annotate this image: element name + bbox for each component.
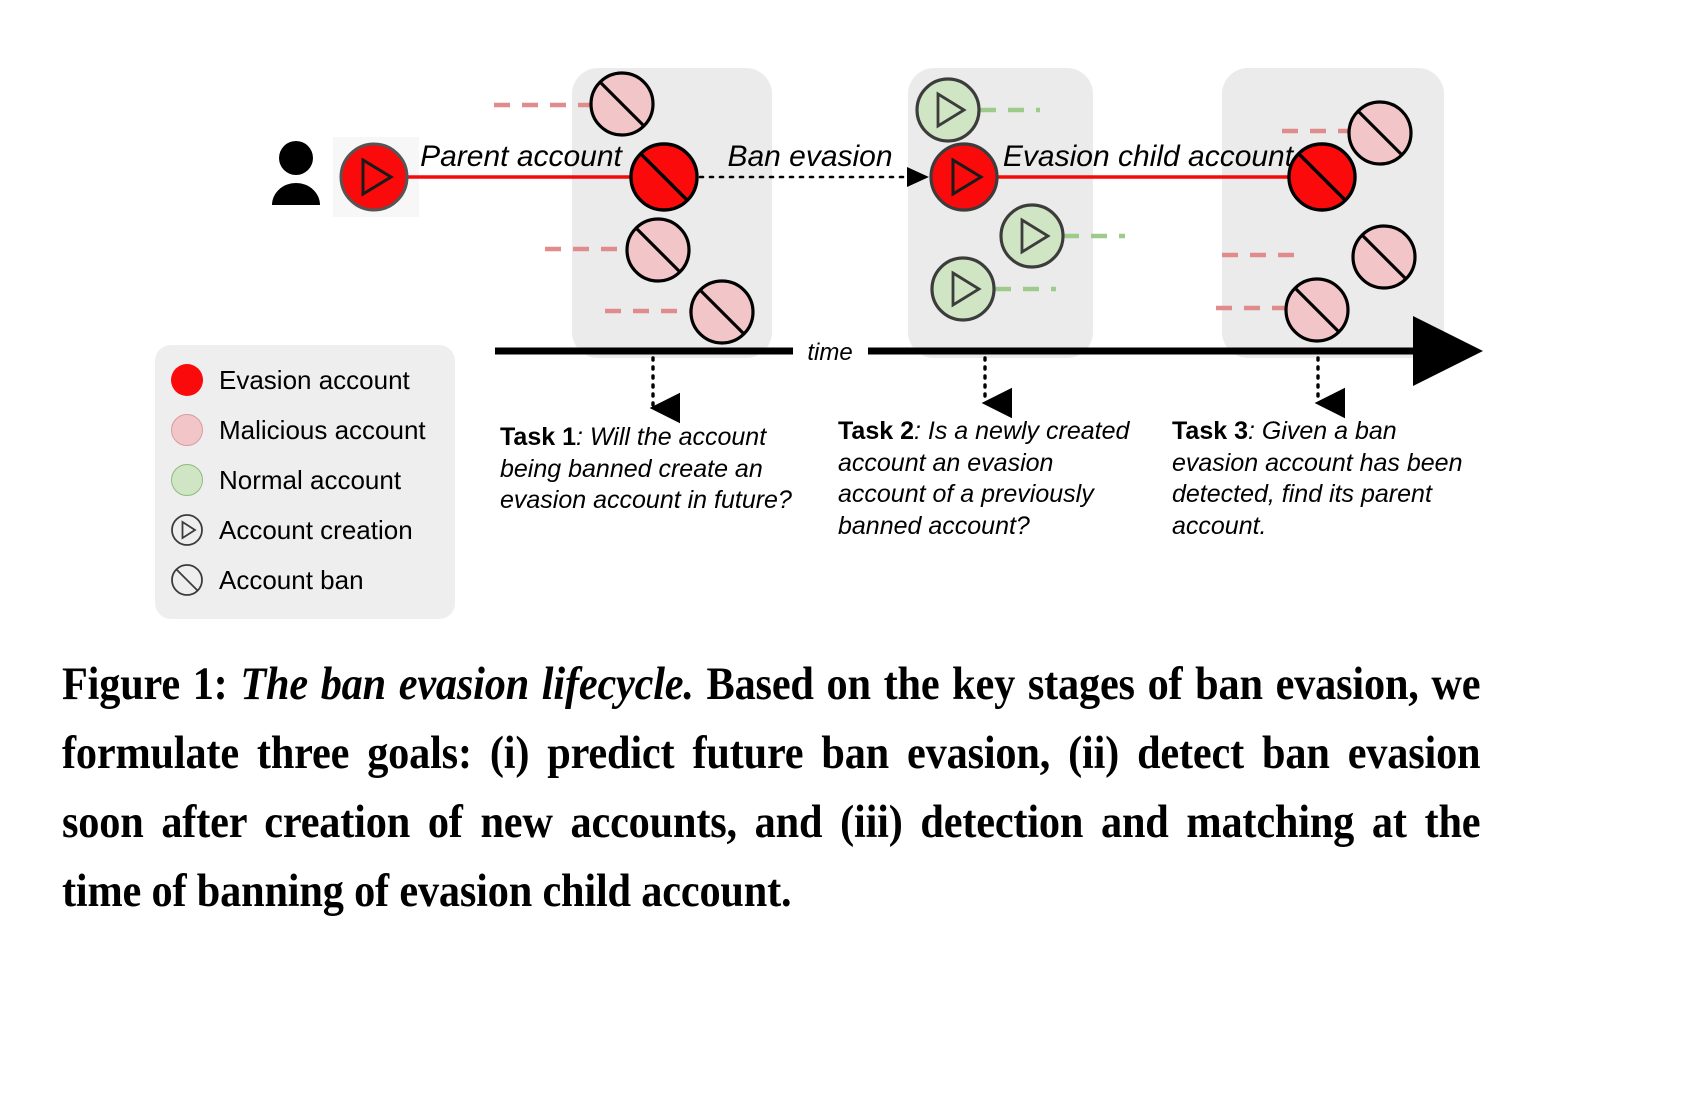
legend-item-account-ban: Account ban	[169, 555, 441, 605]
node-parent-evasion-account-ban	[629, 142, 699, 212]
node-malicious-banned-account	[625, 217, 691, 283]
task-3-name: Task 3	[1172, 417, 1248, 445]
label-ban-evasion: Ban evasion	[727, 140, 892, 173]
label-evasion-child-account: Evasion child account	[1003, 140, 1295, 173]
node-normal-account-creation	[930, 256, 996, 322]
legend-label-evasion-account: Evasion account	[219, 364, 410, 395]
label-time-axis: time	[807, 339, 852, 366]
task-1-description: Task 1: Will the account being banned cr…	[500, 422, 810, 517]
legend-panel: Evasion account Malicious account Normal…	[155, 345, 455, 619]
node-normal-account-creation	[999, 203, 1065, 269]
legend-item-evasion-account: Evasion account	[169, 355, 441, 405]
legend-item-account-creation: Account creation	[169, 505, 441, 555]
ban-slash-in-circle-icon	[169, 562, 205, 598]
legend-item-normal-account: Normal account	[169, 455, 441, 505]
node-evasion-child-account-ban	[1287, 142, 1357, 212]
node-parent-evasion-account-creation	[339, 142, 409, 212]
task-3-description: Task 3: Given a ban evasion account has …	[1172, 416, 1472, 542]
node-evasion-child-account-creation	[929, 142, 999, 212]
legend-label-account-creation: Account creation	[219, 514, 413, 545]
caption-title: The ban evasion lifecycle.	[240, 658, 694, 710]
task-2-description: Task 2: Is a newly created account an ev…	[838, 416, 1138, 542]
node-malicious-banned-account	[1351, 224, 1417, 290]
legend-label-normal-account: Normal account	[219, 464, 402, 495]
legend-label-malicious-account: Malicious account	[219, 414, 426, 445]
person-icon	[272, 141, 320, 205]
caption-label: Figure 1:	[62, 658, 228, 710]
legend-item-malicious-account: Malicious account	[169, 405, 441, 455]
node-malicious-banned-account	[589, 71, 655, 137]
filled-green-circle-icon	[169, 464, 205, 496]
task-1-separator: :	[575, 423, 590, 451]
task-3-separator: :	[1247, 417, 1262, 445]
node-normal-account-creation	[915, 77, 981, 143]
play-triangle-in-circle-icon	[169, 512, 205, 548]
node-malicious-banned-account	[689, 279, 755, 345]
label-parent-account: Parent account	[420, 140, 623, 173]
node-malicious-banned-account	[1284, 277, 1350, 343]
figure-caption: Figure 1: The ban evasion lifecycle. Bas…	[62, 650, 1481, 926]
filled-pink-circle-icon	[169, 414, 205, 446]
node-malicious-banned-account	[1347, 100, 1413, 166]
task-2-name: Task 2	[838, 417, 914, 445]
task-1-name: Task 1	[500, 423, 576, 451]
filled-red-circle-icon	[169, 364, 205, 396]
legend-label-account-ban: Account ban	[219, 564, 364, 595]
figure-1-container: Parent account Ban evasion Evasion child…	[0, 0, 1701, 1095]
task-2-separator: :	[913, 417, 928, 445]
